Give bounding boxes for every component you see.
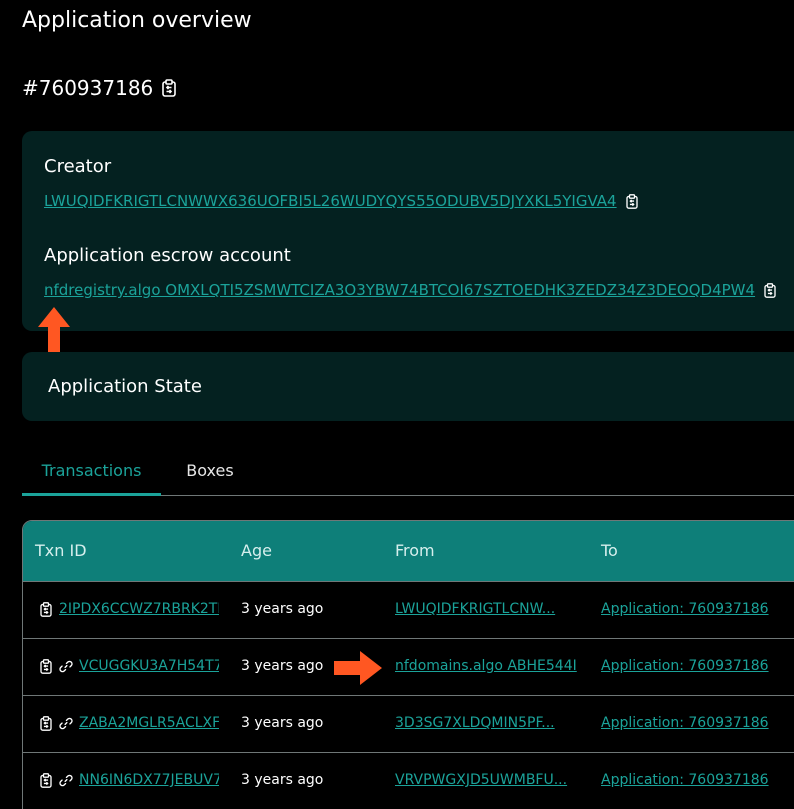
txn-id-cell: VCUGGKU3A7H54T7 <box>39 658 219 674</box>
to-link[interactable]: Application: 760937186 <box>601 715 769 731</box>
application-info-card: Creator LWUQIDFKRIGTLCNWWX636UOFBI5L26WU… <box>22 131 794 331</box>
from-link[interactable]: LWUQIDFKRIGTLCNW... <box>395 601 579 617</box>
arrow-up-icon <box>36 307 72 353</box>
clipboard-copy-icon[interactable] <box>39 772 53 788</box>
age-cell: 3 years ago <box>241 601 324 617</box>
copy-escrow-icon[interactable] <box>763 282 777 298</box>
clipboard-copy-icon[interactable] <box>39 601 53 617</box>
table-row: 2IPDX6CCWZ7RBRK2TF 3 years ago LWUQIDFKR… <box>23 581 794 638</box>
escrow-value: nfdregistry.algo OMXLQTI5ZSMWTCIZA3O3YBW… <box>44 281 777 299</box>
txn-id-cell: 2IPDX6CCWZ7RBRK2TF <box>39 601 219 617</box>
tab-transactions[interactable]: Transactions <box>22 444 161 496</box>
escrow-label: Application escrow account <box>44 245 291 266</box>
from-cell: LWUQIDFKRIGTLCNW... <box>395 601 579 617</box>
header-age: Age <box>241 541 272 560</box>
table-row: NN6IN6DX77JEBUV7 3 years ago VRVPWGXJD5U… <box>23 752 794 809</box>
tab-bar: Transactions Boxes <box>22 444 794 496</box>
age-cell: 3 years ago <box>241 715 324 731</box>
application-state-card[interactable]: Application State <box>22 352 794 421</box>
to-cell: Application: 760937186 <box>601 658 769 674</box>
from-cell: VRVPWGXJD5UWMBFU... <box>395 772 579 788</box>
clipboard-copy-icon[interactable] <box>39 658 53 674</box>
link-icon[interactable] <box>59 716 73 731</box>
app-id-row: #760937186 <box>22 76 177 100</box>
application-state-title: Application State <box>48 376 202 397</box>
to-link[interactable]: Application: 760937186 <box>601 601 769 617</box>
creator-label: Creator <box>44 156 112 177</box>
table-header: Txn ID Age From To <box>23 521 794 581</box>
from-cell: 3D3SG7XLDQMIN5PF... <box>395 715 579 731</box>
header-txn-id: Txn ID <box>35 541 87 560</box>
arrow-right-icon <box>334 651 382 685</box>
app-id: #760937186 <box>22 76 154 100</box>
from-cell: nfdomains.algo ABHE544I <box>395 658 579 674</box>
txn-id-link[interactable]: ZABA2MGLR5ACLXFI <box>79 715 219 731</box>
txn-id-cell: NN6IN6DX77JEBUV7 <box>39 772 219 788</box>
tab-boxes[interactable]: Boxes <box>170 444 250 496</box>
creator-address-link[interactable]: LWUQIDFKRIGTLCNWWX636UOFBI5L26WUDYQYS55O… <box>44 192 617 210</box>
to-link[interactable]: Application: 760937186 <box>601 658 769 674</box>
link-icon[interactable] <box>59 773 73 788</box>
from-link[interactable]: VRVPWGXJD5UWMBFU... <box>395 772 579 788</box>
header-from: From <box>395 541 435 560</box>
to-link[interactable]: Application: 760937186 <box>601 772 769 788</box>
age-cell: 3 years ago <box>241 772 324 788</box>
table-row: ZABA2MGLR5ACLXFI 3 years ago 3D3SG7XLDQM… <box>23 695 794 752</box>
escrow-address-link[interactable]: nfdregistry.algo OMXLQTI5ZSMWTCIZA3O3YBW… <box>44 281 755 299</box>
to-cell: Application: 760937186 <box>601 601 769 617</box>
to-cell: Application: 760937186 <box>601 772 769 788</box>
creator-value: LWUQIDFKRIGTLCNWWX636UOFBI5L26WUDYQYS55O… <box>44 192 639 210</box>
to-cell: Application: 760937186 <box>601 715 769 731</box>
transactions-table: Txn ID Age From To 2IPDX6CCWZ7RBRK2TF 3 … <box>22 520 794 809</box>
txn-id-link[interactable]: VCUGGKU3A7H54T7 <box>79 658 219 674</box>
from-link[interactable]: 3D3SG7XLDQMIN5PF... <box>395 715 579 731</box>
age-cell: 3 years ago <box>241 658 324 674</box>
txn-id-link[interactable]: 2IPDX6CCWZ7RBRK2TF <box>59 601 219 617</box>
txn-id-link[interactable]: NN6IN6DX77JEBUV7 <box>79 772 219 788</box>
txn-id-cell: ZABA2MGLR5ACLXFI <box>39 715 219 731</box>
copy-app-id-icon[interactable] <box>161 79 177 97</box>
link-icon[interactable] <box>59 659 73 674</box>
header-to: To <box>601 541 618 560</box>
copy-creator-icon[interactable] <box>625 193 639 209</box>
clipboard-copy-icon[interactable] <box>39 715 53 731</box>
table-row: VCUGGKU3A7H54T7 3 years ago nfdomains.al… <box>23 638 794 695</box>
from-link[interactable]: nfdomains.algo ABHE544I <box>395 658 579 674</box>
page-title: Application overview <box>22 8 252 33</box>
